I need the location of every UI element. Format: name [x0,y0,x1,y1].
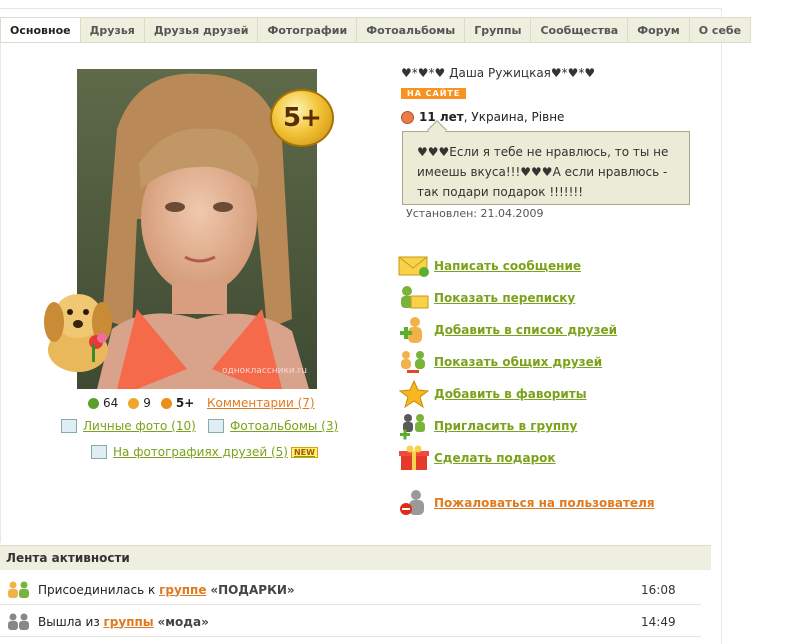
activity-text: Присоединилась к группе «ПОДАРКИ» [38,582,295,597]
album-icon [208,419,224,433]
group-icon [8,581,29,598]
age-text: 11 лет [419,110,464,124]
activity-time: 16:08 [641,582,676,597]
profile-stats: 64 9 5+ [88,396,194,410]
user-avatar-icon [401,110,414,124]
friends-photos-label: На фотографиях друзей (5) [113,445,288,459]
add-favorite-action[interactable]: Добавить в фавориты [398,380,587,408]
add-friend-action[interactable]: Добавить в список друзей [398,316,617,344]
group-icon [8,613,29,630]
activity-text: Вышла из группы «мода» [38,614,209,629]
profile-tabs: Основное Друзья Друзья друзей Фотографии… [0,17,752,43]
top-divider [0,8,722,9]
tab-bar-edge [0,42,722,43]
star-icon [398,380,430,408]
tab-friends-of-friends[interactable]: Друзья друзей [144,17,259,43]
orange-coin-count: 9 [143,396,151,410]
group-link[interactable]: группе [159,583,206,597]
profile-name: ♥*♥*♥ Даша Ружицкая♥*♥*♥ [401,66,596,80]
activity-feed-title: Лента активности [0,545,711,570]
complain-action[interactable]: Пожаловаться на пользователя [398,489,655,517]
tab-forum[interactable]: Форум [628,17,690,43]
rating-star-icon [160,397,172,409]
common-friends-action[interactable]: Показать общих друзей [398,348,602,376]
tab-photos[interactable]: Фотографии [258,17,358,43]
group-name-link[interactable]: «ПОДАРКИ» [210,583,294,597]
tab-albums[interactable]: Фотоальбомы [357,17,466,43]
write-message-action[interactable]: Написать сообщение [398,252,581,280]
gift-icon [399,445,429,470]
group-link[interactable]: группы [104,615,154,629]
rating-value: 5+ [175,396,195,410]
rating-badge: 5+ [270,89,334,147]
make-gift-action[interactable]: Сделать подарок [398,444,556,472]
content-left-border [0,43,1,543]
conversation-icon [401,286,429,309]
green-coin-count: 64 [103,396,119,410]
tab-communities[interactable]: Сообщества [531,17,629,43]
orange-coin-icon [128,397,140,409]
new-badge: NEW [290,446,318,458]
tab-about[interactable]: О себе [689,17,752,43]
tab-main[interactable]: Основное [0,17,81,43]
envelope-icon [398,256,429,277]
tab-groups[interactable]: Группы [465,17,532,43]
personal-photos-label: Личные фото (10) [83,419,196,433]
group-name-link[interactable]: «мода» [157,615,208,629]
albums-label: Фотоальбомы (3) [230,419,339,433]
common-friends-icon [401,351,425,373]
complain-icon [400,490,424,515]
invite-group-icon [400,414,425,440]
puppy-decoration-icon [44,294,112,372]
invite-group-action[interactable]: Пригласить в группу [398,412,577,440]
age-location: 11 лет , Украина, Рівне [401,110,564,124]
show-conversation-action[interactable]: Показать переписку [398,284,575,312]
photo-icon [61,419,77,433]
right-divider [721,8,722,644]
tab-friends[interactable]: Друзья [80,17,145,43]
personal-photos-link[interactable]: Личные фото (10) [61,419,196,433]
status-bubble: ♥♥♥Если я тебе не нравлюсь, то ты не име… [402,131,690,205]
activity-row: Присоединилась к группе «ПОДАРКИ» 16:08 [0,575,701,605]
add-friend-icon [400,317,422,343]
friends-photos-link[interactable]: На фотографиях друзей (5) NEW [91,445,318,459]
activity-row: Вышла из группы «мода» 14:49 [0,607,701,637]
online-status-badge: НА САЙТЕ [401,88,467,99]
activity-time: 14:49 [641,614,676,629]
friends-photo-icon [91,445,107,459]
status-installed-date: Установлен: 21.04.2009 [406,207,544,220]
green-coin-icon [88,397,99,409]
location-text: , Украина, Рівне [463,110,565,124]
status-text: ♥♥♥Если я тебе не нравлюсь, то ты не име… [417,145,669,199]
comments-link[interactable]: Комментарии (7) [207,396,315,410]
albums-link[interactable]: Фотоальбомы (3) [208,419,338,433]
site-watermark: одноклассники.ru [222,366,308,376]
